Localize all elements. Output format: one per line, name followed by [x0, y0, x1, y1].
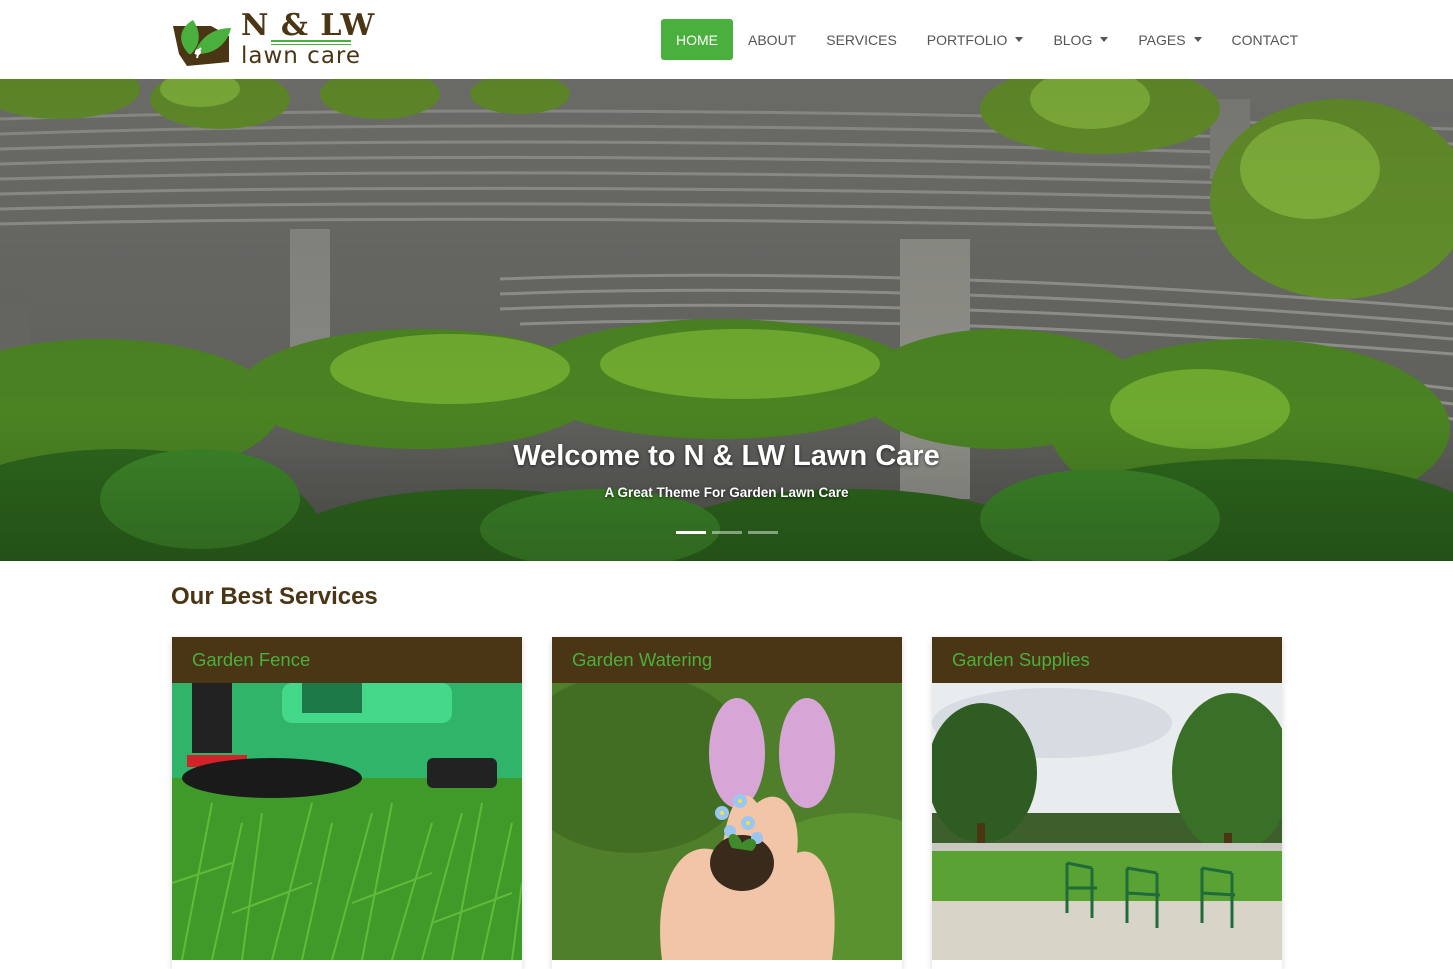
- hero-carousel[interactable]: Welcome to N & LW Lawn Care A Great Them…: [0, 79, 1453, 561]
- leaf-logo-icon: [173, 20, 231, 66]
- hero-title: Welcome to N & LW Lawn Care: [513, 440, 940, 472]
- nav-about[interactable]: ABOUT: [733, 19, 811, 60]
- nav-home[interactable]: HOME: [661, 19, 733, 60]
- card-image: [172, 683, 522, 960]
- brand-subtitle: lawn care: [241, 43, 362, 69]
- nav-blog[interactable]: BLOG: [1038, 19, 1123, 60]
- service-card-garden-watering[interactable]: Garden Watering: [552, 637, 902, 969]
- lawn-mower-image: [172, 683, 522, 960]
- carousel-indicator-2[interactable]: [712, 531, 742, 534]
- services-heading: Our Best Services: [171, 583, 378, 610]
- service-card-garden-fence[interactable]: Garden Fence: [172, 637, 522, 969]
- caret-down-icon: [1015, 37, 1024, 42]
- service-card-garden-supplies[interactable]: Garden Supplies: [932, 637, 1282, 969]
- caret-down-icon: [1193, 37, 1202, 42]
- carousel-indicator-3[interactable]: [748, 531, 778, 534]
- nav-contact[interactable]: CONTACT: [1217, 19, 1314, 60]
- carousel-indicator-1[interactable]: [676, 531, 706, 534]
- top-navbar: N & LW lawn care HOME ABOUT SERVICES POR…: [0, 0, 1453, 79]
- nav-pages[interactable]: PAGES: [1123, 19, 1216, 60]
- card-image: [552, 683, 902, 960]
- brand-logo[interactable]: N & LW lawn care: [171, 8, 374, 70]
- hero-subtitle: A Great Theme For Garden Lawn Care: [604, 485, 849, 500]
- brand-rule: [271, 40, 351, 42]
- nav-portfolio[interactable]: PORTFOLIO: [912, 19, 1039, 60]
- card-image: [932, 683, 1282, 960]
- main-nav: HOME ABOUT SERVICES PORTFOLIO BLOG PAGES…: [661, 19, 1313, 60]
- brand-title: N & LW: [241, 8, 376, 43]
- carousel-indicators: [676, 531, 778, 534]
- card-title[interactable]: Garden Supplies: [932, 637, 1282, 683]
- hands-with-flower-image: [552, 683, 902, 960]
- nav-services[interactable]: SERVICES: [811, 19, 912, 60]
- park-chairs-image: [932, 683, 1282, 960]
- caret-down-icon: [1100, 37, 1109, 42]
- card-title[interactable]: Garden Fence: [172, 637, 522, 683]
- card-title[interactable]: Garden Watering: [552, 637, 902, 683]
